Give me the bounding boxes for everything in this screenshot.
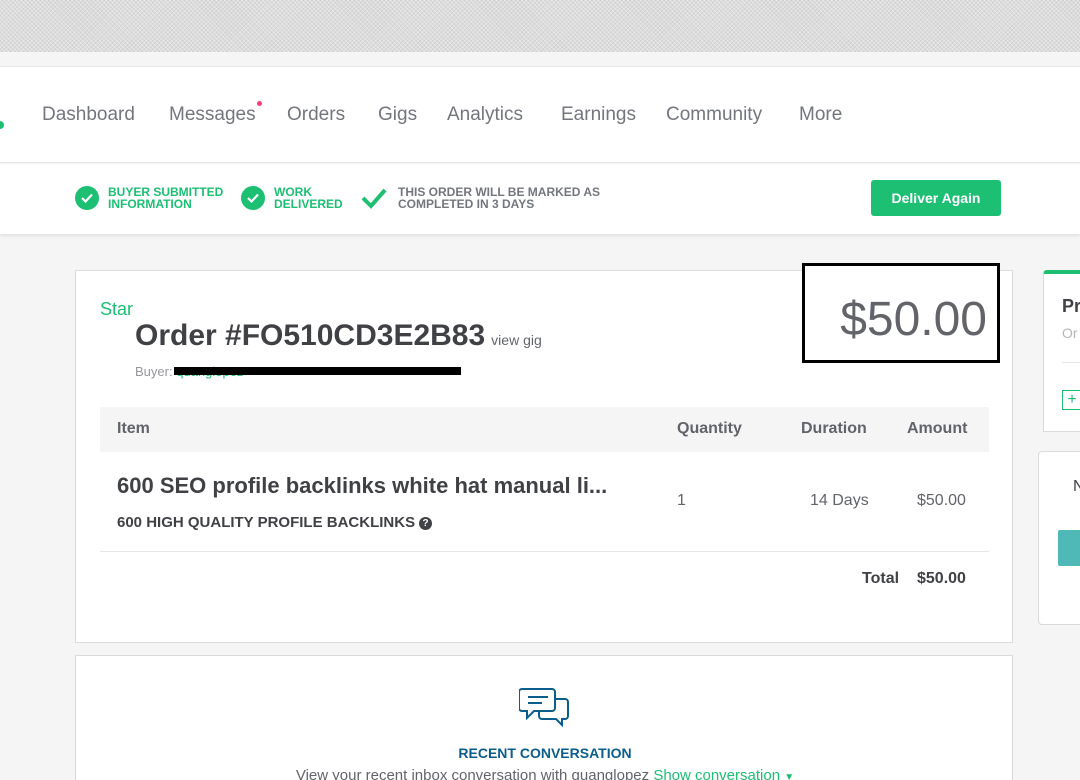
show-conversation-link[interactable]: Show conversation ▼ (653, 767, 794, 780)
divider (100, 551, 989, 552)
step-label: WORK DELIVERED (274, 185, 343, 211)
item-duration: 14 Days (810, 492, 869, 509)
view-gig-link[interactable]: view gig (491, 332, 542, 348)
side-panel-card: Pr Or + (1043, 270, 1080, 432)
check-circle-icon (75, 186, 99, 210)
conversation-card: RECENT CONVERSATION View your recent inb… (75, 655, 1013, 780)
top-nav: Dashboard Messages Orders Gigs Analytics… (0, 66, 1080, 163)
header-quantity: Quantity (677, 420, 742, 437)
plus-icon[interactable]: + (1062, 390, 1080, 410)
nav-community-label: Community (666, 104, 763, 125)
order-card: Star Order #FO510CD3E2B83 view gig Buyer:… (75, 263, 1013, 643)
total-label: Total (862, 570, 900, 587)
nav-earnings[interactable]: Earnings (561, 104, 636, 126)
side-panel-card-2: N (1038, 451, 1080, 625)
header-item: Item (117, 420, 150, 437)
nav-earnings-label: Earnings (561, 104, 636, 125)
item-amount: $50.00 (917, 492, 966, 509)
browser-background (0, 0, 1080, 52)
order-price: $50.00 (840, 293, 987, 346)
nav-community[interactable]: Community (666, 104, 762, 126)
nav-messages-label: Messages (169, 104, 256, 125)
step-label: THIS ORDER WILL BE MARKED AS COMPLETED I… (398, 185, 601, 211)
step-label: BUYER SUBMITTED INFORMATION (108, 185, 224, 211)
redaction-mark (174, 367, 461, 375)
order-number: Order #FO510CD3E2B83 (135, 319, 486, 352)
header-amount: Amount (907, 420, 968, 437)
step-buyer-submitted: BUYER SUBMITTED INFORMATION (75, 186, 223, 210)
check-icon (361, 187, 387, 209)
conversation-text: View your recent inbox conversation with… (76, 767, 1014, 780)
caret-down-icon: ▼ (784, 772, 795, 780)
item-title: 600 SEO profile backlinks white hat manu… (117, 473, 608, 498)
item-subtitle: 600 HIGH QUALITY PROFILE BACKLINKS? (117, 514, 433, 531)
deliver-again-button[interactable]: Deliver Again (871, 180, 1001, 216)
side-card-button[interactable] (1058, 530, 1080, 566)
nav-analytics-label: Analytics (447, 104, 524, 125)
order-status-bar: BUYER SUBMITTED INFORMATION WORK DELIVER… (0, 164, 1080, 234)
show-conversation-label: Show conversation (653, 767, 781, 780)
nav-dashboard[interactable]: Dashboard (42, 104, 135, 126)
divider (1062, 362, 1080, 363)
step-completion-notice: THIS ORDER WILL BE MARKED AS COMPLETED I… (361, 186, 600, 210)
check-circle-icon (241, 186, 265, 210)
order-title: Order #FO510CD3E2B83 view gig (135, 319, 542, 353)
nav-more[interactable]: More (799, 104, 842, 126)
side-card-subtitle: Or (1062, 325, 1078, 341)
side-card-text: N (1073, 478, 1080, 495)
nav-analytics[interactable]: Analytics (447, 104, 523, 126)
item-subtitle-text: 600 HIGH QUALITY PROFILE BACKLINKS (117, 514, 416, 531)
nav-gigs[interactable]: Gigs (378, 104, 417, 126)
nav-orders[interactable]: Orders (287, 104, 345, 126)
star-link[interactable]: Star (100, 299, 133, 320)
side-card-title: Pr (1062, 296, 1080, 316)
chat-bubbles-icon (518, 685, 571, 734)
notification-dot (256, 101, 262, 106)
buyer-prefix: Buyer: (135, 364, 173, 379)
nav-gigs-label: Gigs (378, 104, 418, 125)
help-icon[interactable]: ? (419, 516, 433, 530)
nav-orders-label: Orders (287, 104, 346, 125)
table-header: Item Quantity Duration Amount (100, 407, 989, 452)
conversation-title: RECENT CONVERSATION (458, 745, 632, 761)
header-duration: Duration (801, 420, 867, 437)
nav-dashboard-label: Dashboard (42, 104, 135, 125)
step-work-delivered: WORK DELIVERED (241, 186, 343, 210)
nav-messages[interactable]: Messages (169, 101, 262, 126)
conversation-description: View your recent inbox conversation with… (295, 767, 650, 780)
logo-dot (0, 121, 4, 129)
price-highlight: $50.00 (802, 263, 1000, 363)
item-quantity: 1 (677, 492, 686, 509)
nav-more-label: More (799, 104, 843, 125)
total-value: $50.00 (917, 570, 966, 587)
